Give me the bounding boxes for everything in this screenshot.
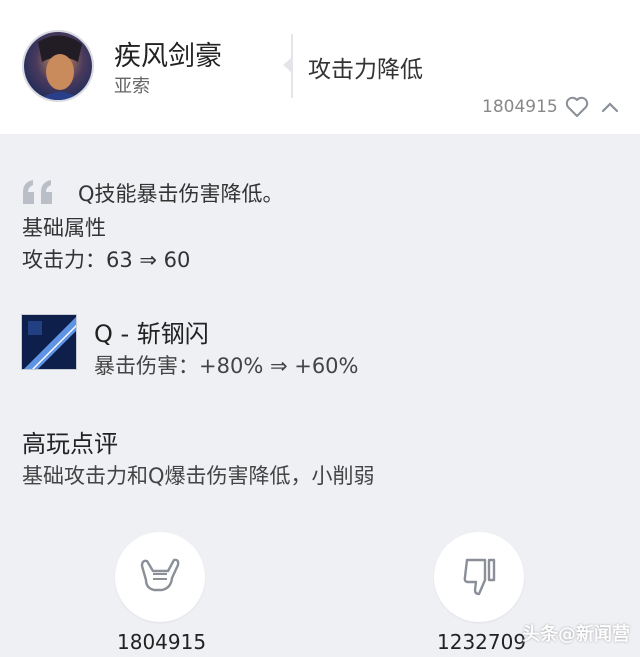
skill-stat: 暴击伤害：+80% ⇒ +60% — [94, 354, 359, 378]
thumbs-down-icon — [463, 558, 496, 596]
skill-icon — [21, 314, 77, 370]
watermark: 头条@新闻营 — [522, 624, 630, 645]
divider-caret — [283, 58, 291, 72]
change-detail: Q技能暴击伤害降低。 基础属性 攻击力：63 ⇒ 60 Q - 斩钢闪 暴击伤害… — [0, 134, 640, 657]
stat-line: 攻击力：63 ⇒ 60 — [22, 248, 191, 272]
hero-avatar[interactable] — [22, 30, 94, 102]
heart-icon[interactable] — [565, 96, 589, 118]
review-title: 高玩点评 — [22, 430, 118, 458]
change-title: 攻击力降低 — [308, 57, 423, 83]
hero-subtitle: 亚索 — [114, 76, 150, 97]
hang-loose-hand-icon — [140, 558, 180, 592]
hero-name: 疾风剑豪 — [114, 41, 222, 72]
likes-count: 1804915 — [482, 97, 558, 117]
dislike-count: 1232709 — [437, 630, 527, 654]
dislike-button[interactable] — [434, 532, 524, 622]
change-description: Q技能暴击伤害降低。 — [78, 182, 284, 206]
section-label: 基础属性 — [22, 216, 106, 240]
chevron-up-icon[interactable] — [600, 99, 620, 115]
divider — [291, 34, 293, 98]
skill-name: Q - 斩钢闪 — [94, 320, 209, 348]
quote-icon — [21, 180, 55, 204]
like-count: 1804915 — [117, 630, 207, 654]
change-header: 疾风剑豪 亚索 攻击力降低 1804915 — [0, 0, 640, 134]
like-button[interactable] — [115, 532, 205, 622]
review-text: 基础攻击力和Q爆击伤害降低，小削弱 — [22, 464, 375, 488]
